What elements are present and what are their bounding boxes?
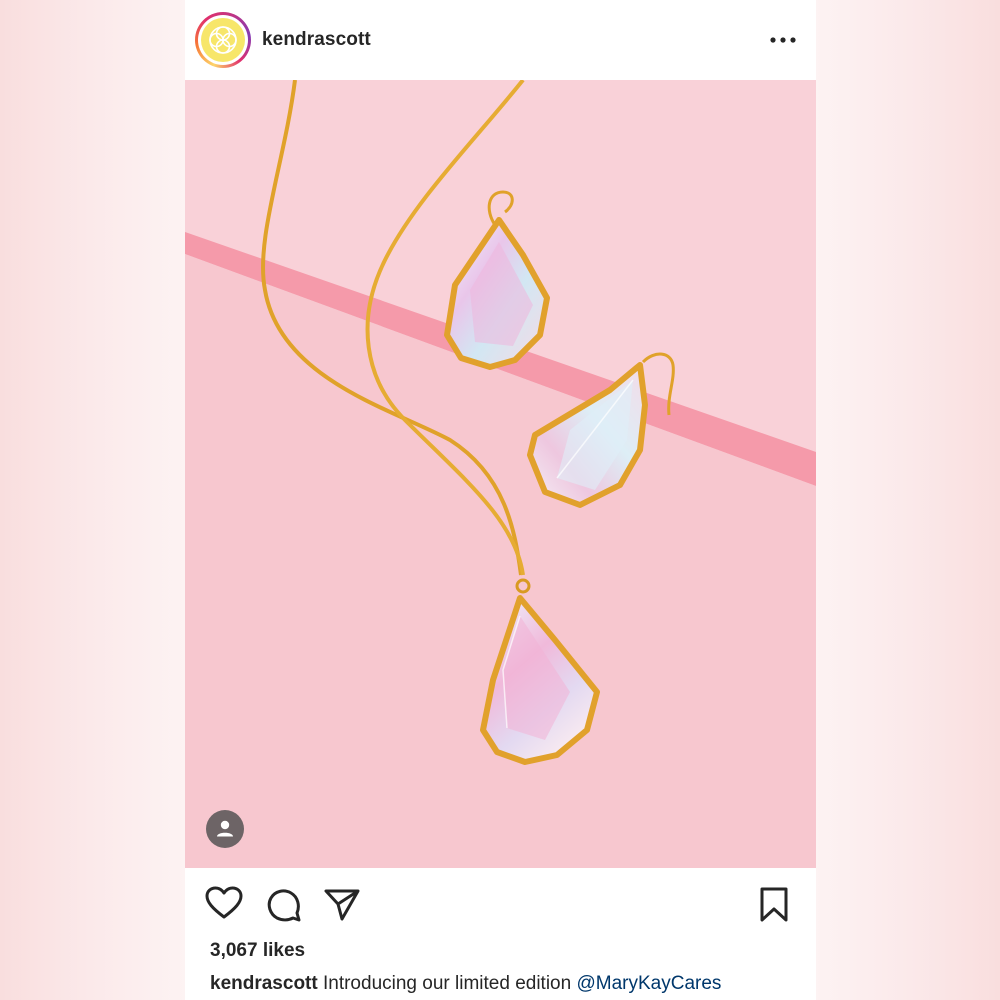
heart-icon[interactable] <box>204 884 244 924</box>
caption-username[interactable]: kendrascott <box>210 973 318 994</box>
post-caption: kendrascott Introducing our limited edit… <box>210 973 721 995</box>
jewelry-photo <box>185 80 816 868</box>
post-actions <box>185 868 816 940</box>
logo-knot-icon <box>209 26 237 54</box>
post-photo[interactable] <box>185 80 816 868</box>
likes-count[interactable]: 3,067 likes <box>210 940 305 962</box>
instagram-post: kendrascott 3,067 likes kendrascott Intr… <box>185 0 816 1000</box>
post-header: kendrascott <box>185 0 816 80</box>
person-icon <box>217 820 233 837</box>
bookmark-icon[interactable] <box>754 885 794 925</box>
avatar-frame <box>198 15 248 65</box>
profile-avatar[interactable] <box>195 12 251 68</box>
caption-text: Introducing our limited edition <box>322 973 572 994</box>
caption-mention[interactable]: @MaryKayCares <box>576 973 721 994</box>
post-username[interactable]: kendrascott <box>262 29 371 51</box>
more-options-icon[interactable] <box>768 28 798 52</box>
send-icon[interactable] <box>322 884 362 924</box>
tagged-people-button[interactable] <box>206 810 244 848</box>
brand-logo <box>201 18 245 62</box>
comment-icon[interactable] <box>264 885 304 925</box>
